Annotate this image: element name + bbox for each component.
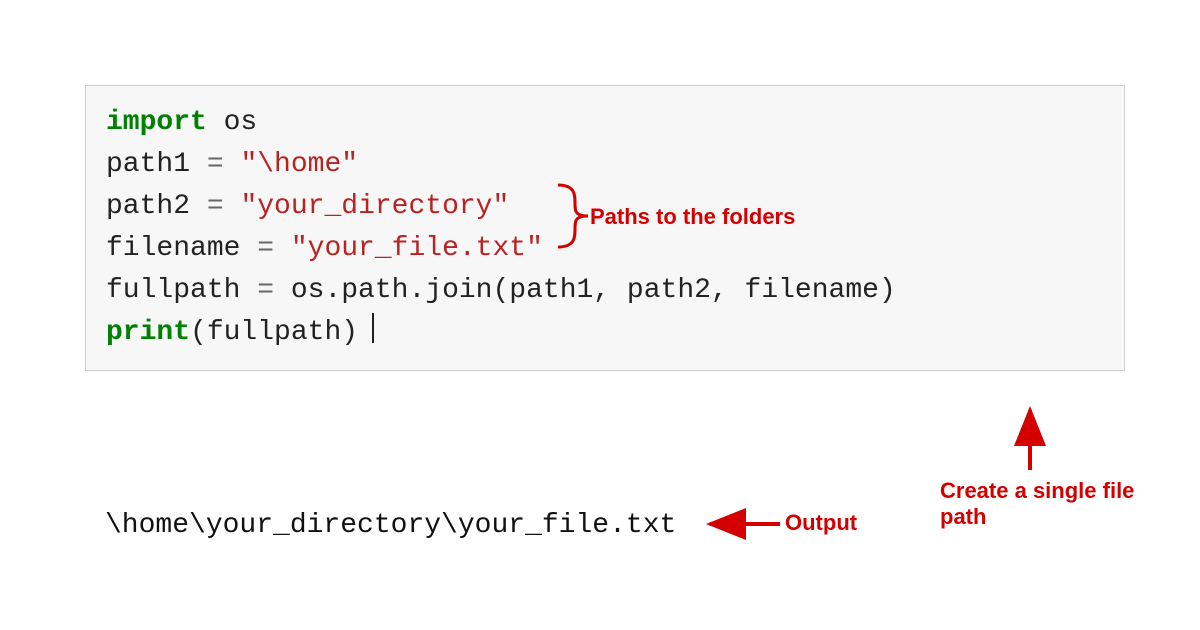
code-line-1: import os — [106, 102, 1104, 144]
str-your-file: "your_file.txt" — [274, 233, 543, 264]
var-fullpath: fullpath — [106, 275, 257, 306]
code-line-3: path1 = "\home" — [106, 144, 1104, 186]
var-path1: path1 — [106, 149, 207, 180]
annotation-create-label: Create a single file path — [940, 478, 1134, 530]
output-text: \home\your_directory\your_file.txt — [105, 510, 676, 541]
str-your-directory: "your_directory" — [224, 191, 510, 222]
print-args: (fullpath) — [190, 317, 358, 348]
op-assign: = — [257, 275, 274, 306]
var-filename: filename — [106, 233, 257, 264]
code-line-7: fullpath = os.path.join(path1, path2, fi… — [106, 270, 1104, 312]
op-assign: = — [257, 233, 274, 264]
op-assign: = — [207, 149, 224, 180]
annotation-output-label: Output — [785, 510, 857, 536]
expr-os-path-join: os.path.join(path1, path2, filename) — [274, 275, 896, 306]
var-path2: path2 — [106, 191, 207, 222]
module-os: os — [207, 107, 257, 138]
code-line-8: print(fullpath) — [106, 312, 1104, 354]
fn-print: print — [106, 317, 190, 348]
figure-stage: import os path1 = "\home" path2 = "your_… — [0, 0, 1200, 630]
str-home: "\home" — [224, 149, 358, 180]
text-cursor-icon — [372, 313, 374, 343]
annotation-paths-label: Paths to the folders — [590, 204, 795, 230]
op-assign: = — [207, 191, 224, 222]
keyword-import: import — [106, 107, 207, 138]
code-line-5: filename = "your_file.txt" — [106, 228, 1104, 270]
